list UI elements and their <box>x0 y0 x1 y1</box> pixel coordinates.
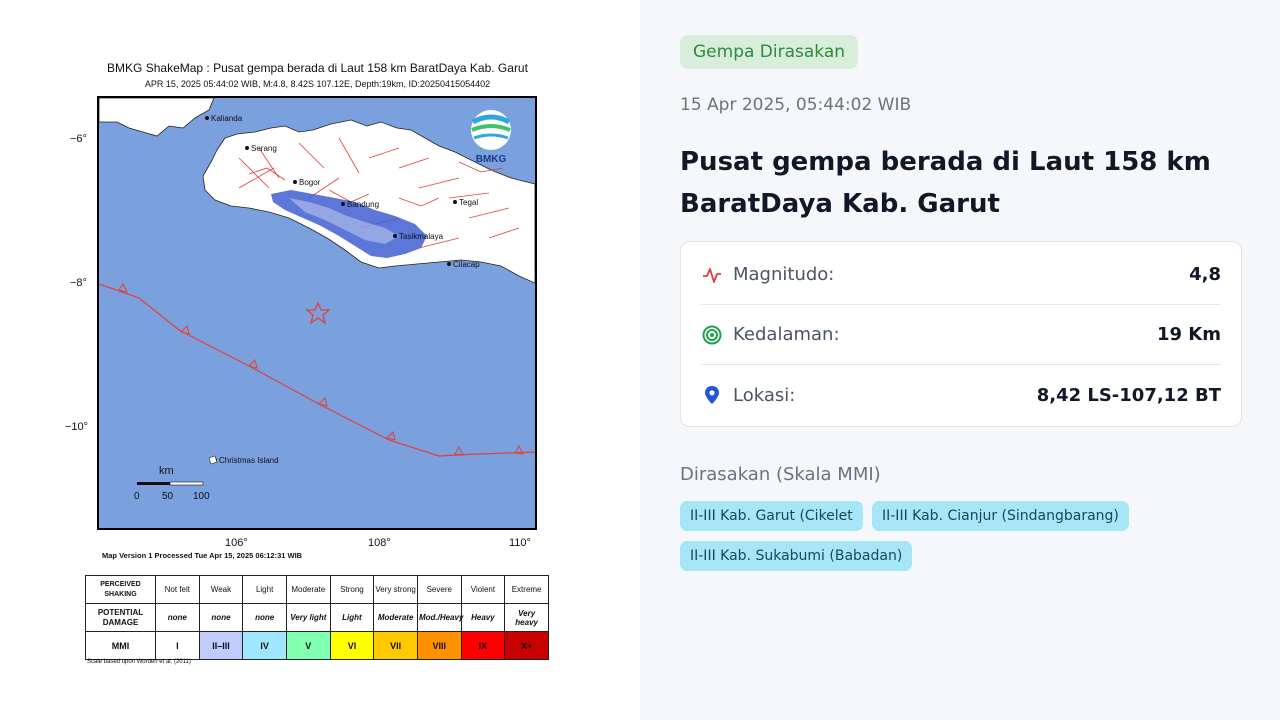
felt-chip[interactable]: II-III Kab. Cianjur (Sindangbarang) <box>872 501 1129 531</box>
mmi-legend-table: PERCEIVED SHAKING Not felt Weak Light Mo… <box>85 575 549 660</box>
location-label: Lokasi: <box>733 384 796 406</box>
shaking-row: PERCEIVED SHAKING Not felt Weak Light Mo… <box>85 575 549 604</box>
mmi-cell: V <box>285 631 331 660</box>
depth-label: Kedalaman: <box>733 324 840 345</box>
shakemap[interactable]: Kalianda Serang Bogor Bandung Tasikmalay… <box>97 96 537 530</box>
map-subtitle: APR 15, 2025 05:44:02 WIB, M:4.8, 8.42S … <box>144 79 491 89</box>
mmi-cell: VIII <box>416 631 462 660</box>
row-header: PERCEIVED SHAKING <box>85 575 156 604</box>
mmi-cell: II–III <box>198 631 244 660</box>
earthquake-title: Pusat gempa berada di Laut 158 km BaratD… <box>680 147 1211 219</box>
location-row: Lokasi: 8,42 LS-107,12 BT <box>701 365 1221 425</box>
scale-tick: 0 <box>134 491 140 502</box>
info-card: Magnitudo: 4,8 Kedalaman: 19 Km Lokasi: … <box>680 241 1242 427</box>
lat-label: −8° <box>70 277 87 289</box>
damage-cell: Mod./Heavy <box>416 603 463 632</box>
lon-label: 108° <box>368 537 391 549</box>
felt-chip[interactable]: II-III Kab. Sukabumi (Babadan) <box>680 541 913 571</box>
mmi-cell: IX <box>460 631 506 660</box>
scale-tick: 100 <box>193 491 210 502</box>
location-pin-icon <box>701 384 723 406</box>
damage-cell: Moderate <box>373 603 418 632</box>
row-header: POTENTIAL DAMAGE <box>85 603 156 632</box>
earthquake-info-panel: Gempa Dirasakan 15 Apr 2025, 05:44:02 WI… <box>640 0 1280 720</box>
damage-cell: Very heavy <box>504 603 549 632</box>
place-label: Tegal <box>459 198 478 207</box>
shaking-cell: Extreme <box>504 575 549 604</box>
mmi-cell: IV <box>242 631 287 660</box>
felt-chip[interactable]: II-III Kab. Garut (Cikelet <box>680 501 863 531</box>
felt-heading: Dirasakan (Skala MMI) <box>680 464 881 485</box>
shaking-cell: Light <box>242 575 287 604</box>
place-label: Bogor <box>299 178 321 187</box>
damage-row: POTENTIAL DAMAGE none none none Very lig… <box>85 603 549 632</box>
shaking-cell: Weak <box>198 575 244 604</box>
lat-label: −10° <box>65 421 89 433</box>
shaking-cell: Violent <box>460 575 506 604</box>
shakemap-panel: BMKG ShakeMap : Pusat gempa berada di La… <box>0 0 640 720</box>
shaking-cell: Not felt <box>155 575 200 604</box>
depth-row: Kedalaman: 19 Km <box>701 305 1221 365</box>
lon-label: 110° <box>509 537 531 549</box>
damage-cell: Light <box>329 603 375 632</box>
earthquake-datetime: 15 Apr 2025, 05:44:02 WIB <box>680 95 912 115</box>
scale-tick: 50 <box>162 491 174 502</box>
row-header: MMI <box>85 631 156 660</box>
shaking-cell: Moderate <box>285 575 331 604</box>
damage-cell: Heavy <box>460 603 506 632</box>
magnitude-label: Magnitudo: <box>733 264 835 285</box>
magnitude-row: Magnitudo: 4,8 <box>701 245 1221 305</box>
felt-badge: Gempa Dirasakan <box>680 35 859 69</box>
depth-value: 19 Km <box>1156 324 1221 345</box>
place-label: Bandung <box>347 200 379 209</box>
place-label: Cilacap <box>453 260 480 269</box>
bmkg-logo: BMKG <box>471 110 511 165</box>
mmi-row: MMI I II–III IV V VI VII VIII IX X+ <box>85 631 549 660</box>
place-label: Tasikmalaya <box>399 232 444 241</box>
shaking-cell: Severe <box>416 575 462 604</box>
shakemap-canvas: Kalianda Serang Bogor Bandung Tasikmalay… <box>99 98 535 528</box>
scale-unit: km <box>159 465 174 477</box>
map-version: Map Version 1 Processed Tue Apr 15, 2025… <box>102 551 303 560</box>
location-value: 8,42 LS-107,12 BT <box>1036 384 1221 406</box>
target-icon <box>701 324 723 346</box>
shaking-cell: Very strong <box>373 575 418 604</box>
lat-label: −6° <box>70 133 87 145</box>
damage-cell: Very light <box>285 603 331 632</box>
map-title: BMKG ShakeMap : Pusat gempa berada di La… <box>107 61 528 75</box>
lon-label: 106° <box>225 537 248 549</box>
scale-note: Scale based upon Worden et al. (2011) <box>87 659 191 665</box>
magnitude-value: 4,8 <box>1189 264 1221 285</box>
mmi-cell: VI <box>329 631 375 660</box>
logo-text: BMKG <box>476 154 507 165</box>
shaking-cell: Strong <box>329 575 375 604</box>
damage-cell: none <box>198 603 244 632</box>
place-label: Christmas Island <box>219 456 279 465</box>
place-label: Kalianda <box>211 114 243 123</box>
mmi-cell: I <box>155 631 200 660</box>
place-label: Serang <box>251 144 277 153</box>
damage-cell: none <box>155 603 200 632</box>
damage-cell: none <box>242 603 287 632</box>
mmi-cell: VII <box>373 631 418 660</box>
mmi-cell: X+ <box>504 631 549 660</box>
activity-icon <box>701 264 723 286</box>
